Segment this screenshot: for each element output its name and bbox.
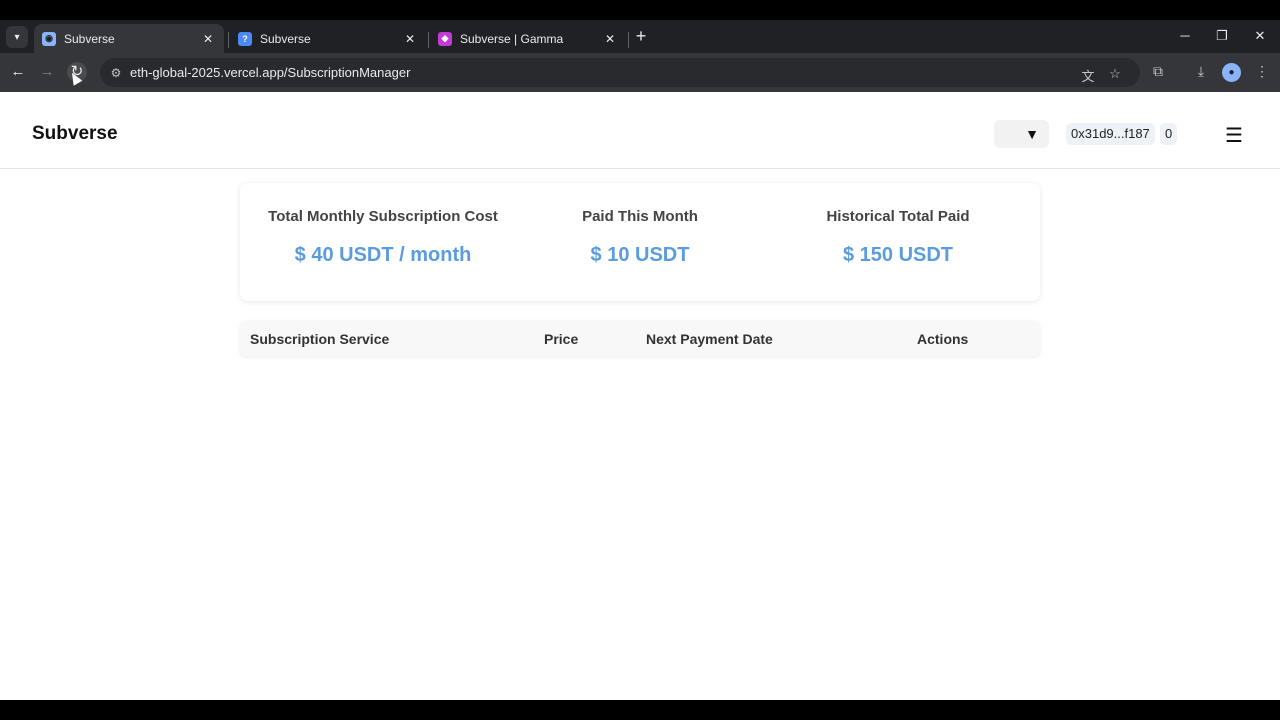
tab-search-dropdown[interactable]: ▾ <box>6 26 28 48</box>
stat-value: $ 150 USDT <box>842 244 954 266</box>
close-window-icon[interactable]: ✕ <box>1251 27 1269 45</box>
close-tab-icon[interactable]: ✕ <box>200 31 216 47</box>
forward-icon[interactable]: → <box>37 62 57 82</box>
stat-label: Paid This Month <box>582 208 698 225</box>
docs-icon: ? <box>238 31 252 46</box>
stat-value: $ 40 USDT / month <box>294 244 472 266</box>
close-tab-icon[interactable]: ✕ <box>602 31 618 47</box>
summary-card: Total Monthly Subscription Cost $ 40 USD… <box>240 183 1040 301</box>
tab-title: Subverse <box>64 31 115 46</box>
translate-icon[interactable]: 文 <box>1080 66 1096 85</box>
tab-divider <box>628 32 629 48</box>
column-header-actions: Actions <box>917 331 969 347</box>
new-tab-button[interactable]: + <box>632 27 650 45</box>
tab-title: Subverse <box>260 31 311 46</box>
network-select[interactable]: ▼ <box>994 120 1049 148</box>
stat-historical-total: Historical Total Paid $ 150 USDT <box>765 183 1031 267</box>
stat-label: Total Monthly Subscription Cost <box>268 208 498 225</box>
wallet-address-badge[interactable]: 0x31d9...f187 <box>1066 123 1155 145</box>
brand-logo[interactable]: Subverse <box>32 123 118 145</box>
restore-icon[interactable]: ❐ <box>1213 27 1231 45</box>
screen: ▾ ◉ Subverse ✕ ? Subverse ✕ ◆ Subverse |… <box>0 0 1280 720</box>
download-icon[interactable]: ⤓ <box>1191 63 1211 80</box>
address-bar[interactable]: ⚙ eth-global-2025.vercel.app/Subscriptio… <box>100 58 1140 87</box>
back-icon[interactable]: ← <box>8 62 28 82</box>
browser-tab-3[interactable]: ◆ Subverse | Gamma ✕ <box>430 24 626 53</box>
column-header-service: Subscription Service <box>250 331 390 347</box>
minimize-icon[interactable]: ─ <box>1176 27 1194 45</box>
column-header-next-payment: Next Payment Date <box>646 331 773 347</box>
stat-value: $ 10 USDT <box>590 244 690 266</box>
browser-tab-2[interactable]: ? Subverse ✕ <box>230 24 426 53</box>
tab-divider <box>428 32 429 48</box>
browser-tab-1[interactable]: ◉ Subverse ✕ <box>34 24 224 53</box>
stat-paid-this-month: Paid This Month $ 10 USDT <box>507 183 773 267</box>
site-settings-icon[interactable]: ⚙ <box>102 66 130 80</box>
web-page: Subverse ▼ 0x31d9...f187 0 ☰ Total Month… <box>0 92 1280 700</box>
url-text[interactable]: eth-global-2025.vercel.app/SubscriptionM… <box>130 65 410 80</box>
stat-monthly-cost: Total Monthly Subscription Cost $ 40 USD… <box>250 183 516 267</box>
chrome-page-icon: ◉ <box>42 31 56 46</box>
bookmark-star-icon[interactable]: ☆ <box>1107 66 1123 82</box>
tab-title: Subverse | Gamma <box>460 31 564 46</box>
more-menu-icon[interactable]: ⋮ <box>1252 63 1272 80</box>
column-header-price: Price <box>544 331 579 347</box>
stat-label: Historical Total Paid <box>826 208 970 225</box>
browser-toolbar: ← → ↻ ⚙ eth-global-2025.vercel.app/Subsc… <box>0 53 1280 92</box>
hamburger-menu-icon[interactable]: ☰ <box>1225 123 1243 148</box>
bottom-letterbox <box>0 700 1280 720</box>
profile-avatar-icon[interactable]: ● <box>1222 63 1241 82</box>
extensions-icon[interactable]: ⧉ <box>1148 63 1168 80</box>
tab-divider <box>228 32 229 48</box>
wallet-count-badge: 0 <box>1160 123 1178 145</box>
gamma-icon: ◆ <box>438 31 452 46</box>
subscriptions-table-header: Subscription Service Price Next Payment … <box>240 321 1040 356</box>
app-header: Subverse ▼ 0x31d9...f187 0 ☰ <box>0 92 1280 169</box>
chevron-down-icon: ▼ <box>1025 126 1039 142</box>
close-tab-icon[interactable]: ✕ <box>402 31 418 47</box>
